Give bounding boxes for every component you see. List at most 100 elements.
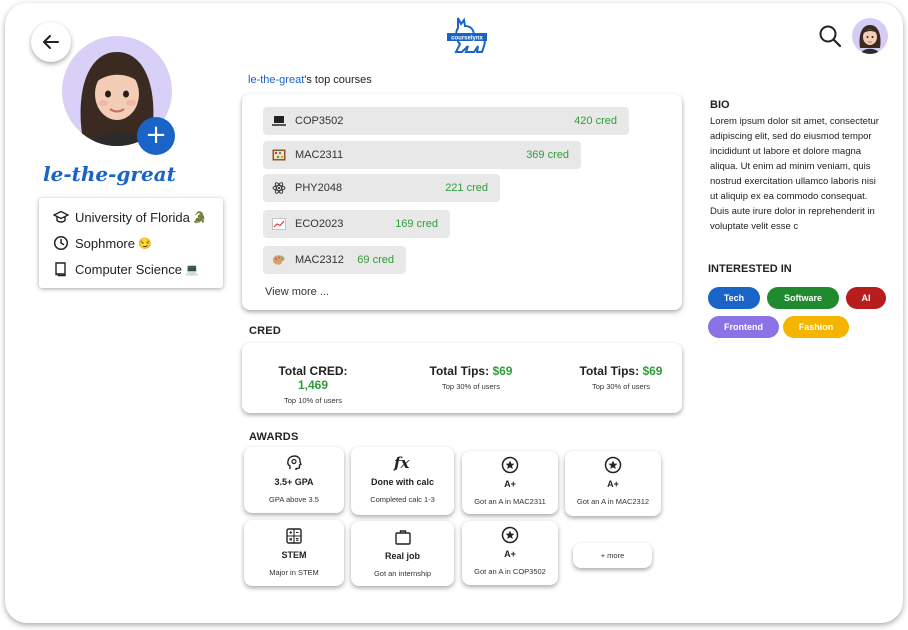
abacus-icon	[272, 149, 286, 161]
stat-label: Total CRED:	[278, 364, 348, 378]
stat-value: $69	[642, 364, 663, 378]
course-item[interactable]: MAC2312 69 cred	[263, 246, 406, 274]
course-code: ECO2023	[295, 218, 344, 230]
course-code: MAC2311	[295, 149, 344, 161]
stat-label: Total Tips:	[579, 364, 640, 378]
cred-card: Total CRED: 1,469 Top 10% of users Total…	[242, 343, 682, 413]
top-courses-suffix: 's top courses	[304, 74, 372, 86]
award-sub: Major in STEM	[269, 568, 319, 577]
back-button[interactable]	[31, 22, 71, 62]
course-item[interactable]: MAC2311 369 cred	[263, 141, 581, 169]
course-item[interactable]: ECO2023 169 cred	[263, 210, 450, 238]
avatar	[859, 25, 881, 54]
award-title: Real job	[384, 551, 420, 561]
stat-sub: Top 30% of users	[592, 382, 650, 391]
award-card[interactable]: A+ Got an A in MAC2312	[565, 451, 661, 516]
course-cred: 221 cred	[445, 182, 488, 194]
bio-text: Lorem ipsum dolor sit amet, consectetur …	[710, 116, 879, 232]
award-card[interactable]: Real job Got an internship	[351, 521, 454, 586]
award-sub: Completed calc 1-3	[370, 495, 435, 504]
course-code: COP3502	[295, 115, 344, 127]
clock-icon	[53, 235, 69, 251]
stat-sub: Top 10% of users	[284, 396, 342, 405]
user-avatar-button[interactable]	[852, 18, 888, 54]
interest-chip-tech[interactable]: Tech	[708, 287, 760, 309]
award-card[interactable]: A+ Got an A in COP3502	[462, 521, 558, 585]
year-row: Sophmore 😏	[53, 230, 223, 256]
palette-icon	[272, 254, 286, 266]
stat-value: 1,469	[297, 378, 329, 392]
course-cred: 420 cred	[574, 115, 617, 127]
calculator-icon	[244, 527, 344, 545]
award-sub: Got an A in MAC2312	[576, 497, 650, 506]
search-icon	[819, 25, 842, 48]
course-cred: 69 cred	[357, 254, 394, 266]
add-photo-button[interactable]: +	[137, 117, 175, 155]
logo-text: courselynx	[451, 36, 483, 42]
award-title: A+	[504, 479, 516, 489]
award-title: A+	[607, 479, 619, 489]
total-cred-stat: Total CRED: 1,469 Top 10% of users	[263, 364, 363, 405]
university-row: University of Florida 🐊	[53, 204, 223, 230]
brain-icon	[244, 454, 344, 472]
book-icon	[53, 261, 69, 277]
award-sub: Got an internship	[373, 569, 432, 578]
course-cred: 169 cred	[395, 218, 438, 230]
star-circle-icon	[565, 456, 661, 474]
course-code: PHY2048	[295, 182, 343, 194]
briefcase-icon	[351, 528, 454, 546]
award-card[interactable]: fx Done with calc Completed calc 1-3	[351, 447, 454, 515]
award-card[interactable]: A+ Got an A in MAC2311	[462, 451, 558, 514]
total-tips-stat: Total Tips: $69 Top 30% of users	[423, 364, 519, 391]
cred-section-title: CRED	[249, 325, 281, 337]
star-circle-icon	[462, 526, 558, 544]
star-circle-icon	[462, 456, 558, 474]
interest-chip-ai[interactable]: AI	[846, 287, 886, 309]
top-courses-title: le-the-great's top courses	[248, 74, 372, 86]
bio-title: BIO	[710, 99, 730, 111]
view-more-link[interactable]: View more ...	[265, 286, 329, 298]
award-title: Done with calc	[370, 477, 434, 487]
interests-title: INTERESTED IN	[708, 263, 792, 275]
more-awards-button[interactable]: + more	[573, 543, 652, 568]
course-code: MAC2312	[295, 254, 344, 266]
function-icon: fx	[351, 454, 454, 472]
major-label: Computer Science	[75, 261, 182, 277]
arrow-left-icon	[43, 35, 59, 49]
interest-chip-frontend[interactable]: Frontend	[708, 316, 779, 338]
courselynx-logo[interactable]: courselynx	[444, 14, 490, 56]
year-label: Sophmore	[75, 235, 135, 251]
atom-icon	[272, 182, 286, 194]
svg-text:fx: fx	[393, 454, 410, 472]
course-item[interactable]: COP3502 420 cred	[263, 107, 629, 135]
alligator-icon: 🐊	[192, 211, 207, 224]
chart-icon	[272, 218, 286, 230]
major-row: Computer Science 💻	[53, 256, 223, 282]
stat-label: Total Tips:	[429, 364, 490, 378]
profile-info-card: University of Florida 🐊 Sophmore 😏 Compu…	[39, 198, 223, 288]
graduation-cap-icon	[53, 209, 69, 225]
award-title: 3.5+ GPA	[274, 477, 314, 487]
award-card[interactable]: STEM Major in STEM	[244, 520, 344, 586]
course-cred: 369 cred	[526, 149, 569, 161]
laptop-icon	[272, 115, 286, 127]
award-sub: Got an A in COP3502	[474, 567, 546, 576]
university-label: University of Florida	[75, 209, 190, 225]
interest-chip-fashion[interactable]: Fashion	[783, 316, 849, 338]
stat-value: $69	[492, 364, 513, 378]
smirk-icon: 😏	[137, 237, 152, 250]
award-title: STEM	[281, 550, 307, 560]
top-courses-card: COP3502 420 cred MAC2311 369 cred PHY204…	[242, 94, 682, 310]
search-button[interactable]	[818, 24, 842, 48]
username-link[interactable]: le-the-great	[248, 74, 304, 86]
award-sub: Got an A in MAC2311	[474, 497, 546, 506]
interest-chip-software[interactable]: Software	[767, 287, 839, 309]
award-card[interactable]: 3.5+ GPA GPA above 3.5	[244, 447, 344, 513]
laptop-icon: 💻	[184, 263, 199, 276]
award-sub: GPA above 3.5	[269, 495, 319, 504]
awards-section-title: AWARDS	[249, 431, 299, 443]
profile-username: le-the-great	[43, 162, 176, 186]
total-tips-stat: Total Tips: $69 Top 30% of users	[573, 364, 669, 391]
stat-sub: Top 30% of users	[442, 382, 500, 391]
course-item[interactable]: PHY2048 221 cred	[263, 174, 500, 202]
